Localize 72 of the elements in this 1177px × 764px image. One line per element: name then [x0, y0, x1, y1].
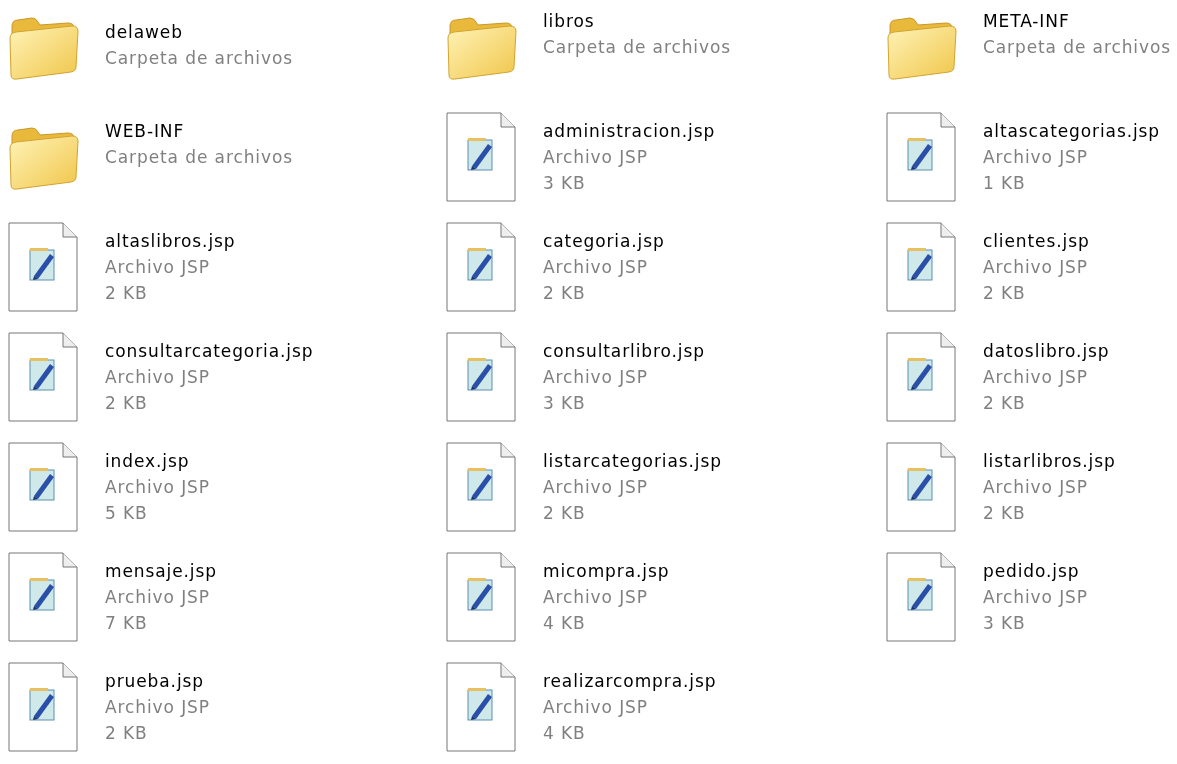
- file-type: Carpeta de archivos: [105, 47, 293, 70]
- file-name: micompra.jsp: [543, 560, 670, 583]
- file-size: 2 KB: [983, 502, 1027, 525]
- file-size: 2 KB: [543, 282, 587, 305]
- file-name: META-INF: [983, 10, 1071, 33]
- file-type: Carpeta de archivos: [105, 146, 293, 169]
- jsp-file-icon: [886, 552, 956, 642]
- jsp-file-icon: [446, 442, 516, 532]
- file-type: Archivo JSP: [543, 476, 649, 499]
- file-type: Archivo JSP: [983, 586, 1088, 609]
- file-type: Carpeta de archivos: [983, 36, 1171, 59]
- file-type: Archivo JSP: [105, 366, 211, 389]
- file-type: Archivo JSP: [105, 476, 210, 499]
- file-name: datoslibro.jsp: [983, 340, 1110, 363]
- file-size: 2 KB: [983, 282, 1027, 305]
- file-name: altascategorias.jsp: [983, 120, 1161, 143]
- file-size: 7 KB: [105, 612, 149, 635]
- file-name: listarcategorias.jsp: [543, 450, 722, 473]
- file-name: categoria.jsp: [543, 230, 665, 253]
- jsp-file-icon: [446, 222, 516, 312]
- file-name: consultarcategoria.jsp: [105, 340, 314, 363]
- file-size: 3 KB: [543, 392, 587, 415]
- file-name: realizarcompra.jsp: [543, 670, 717, 693]
- jsp-file-icon: [8, 552, 78, 642]
- file-type: Archivo JSP: [543, 366, 649, 389]
- file-size: 1 KB: [983, 172, 1027, 195]
- jsp-file-icon: [886, 222, 956, 312]
- file-size: 3 KB: [983, 612, 1027, 635]
- file-type: Archivo JSP: [105, 256, 211, 279]
- jsp-file-icon: [886, 332, 956, 422]
- jsp-file-icon: [8, 332, 78, 422]
- jsp-file-icon: [446, 552, 516, 642]
- file-name: WEB-INF: [105, 120, 186, 143]
- jsp-file-icon: [886, 442, 956, 532]
- file-name: listarlibros.jsp: [983, 450, 1116, 473]
- file-size: 4 KB: [543, 612, 587, 635]
- file-name: mensaje.jsp: [105, 560, 217, 583]
- file-type: Archivo JSP: [543, 256, 649, 279]
- file-name: administracion.jsp: [543, 120, 716, 143]
- file-name: delaweb: [105, 21, 184, 44]
- file-type: Archivo JSP: [983, 476, 1089, 499]
- jsp-file-icon: [886, 112, 956, 202]
- file-size: 2 KB: [105, 722, 149, 745]
- file-name: clientes.jsp: [983, 230, 1090, 253]
- file-type: Archivo JSP: [983, 256, 1089, 279]
- file-size: 2 KB: [105, 392, 149, 415]
- file-type: Archivo JSP: [983, 146, 1089, 169]
- file-type: Archivo JSP: [105, 696, 210, 719]
- jsp-file-icon: [446, 662, 516, 752]
- file-size: 4 KB: [543, 722, 587, 745]
- file-size: 2 KB: [105, 282, 149, 305]
- file-size: 5 KB: [105, 502, 149, 525]
- file-name: prueba.jsp: [105, 670, 205, 693]
- file-name: libros: [543, 10, 596, 33]
- file-name: altaslibros.jsp: [105, 230, 236, 253]
- file-name: pedido.jsp: [983, 560, 1081, 583]
- file-type: Carpeta de archivos: [543, 36, 731, 59]
- file-name: index.jsp: [105, 450, 191, 473]
- file-type: Archivo JSP: [543, 696, 649, 719]
- file-type: Archivo JSP: [105, 586, 211, 609]
- file-size: 2 KB: [983, 392, 1027, 415]
- jsp-file-icon: [446, 112, 516, 202]
- file-type: Archivo JSP: [543, 586, 649, 609]
- file-name: consultarlibro.jsp: [543, 340, 705, 363]
- file-size: 2 KB: [543, 502, 587, 525]
- file-size: 3 KB: [543, 172, 587, 195]
- file-type: Archivo JSP: [983, 366, 1089, 389]
- jsp-file-icon: [8, 662, 78, 752]
- jsp-file-icon: [446, 332, 516, 422]
- jsp-file-icon: [8, 222, 78, 312]
- file-type: Archivo JSP: [543, 146, 649, 169]
- jsp-file-icon: [8, 442, 78, 532]
